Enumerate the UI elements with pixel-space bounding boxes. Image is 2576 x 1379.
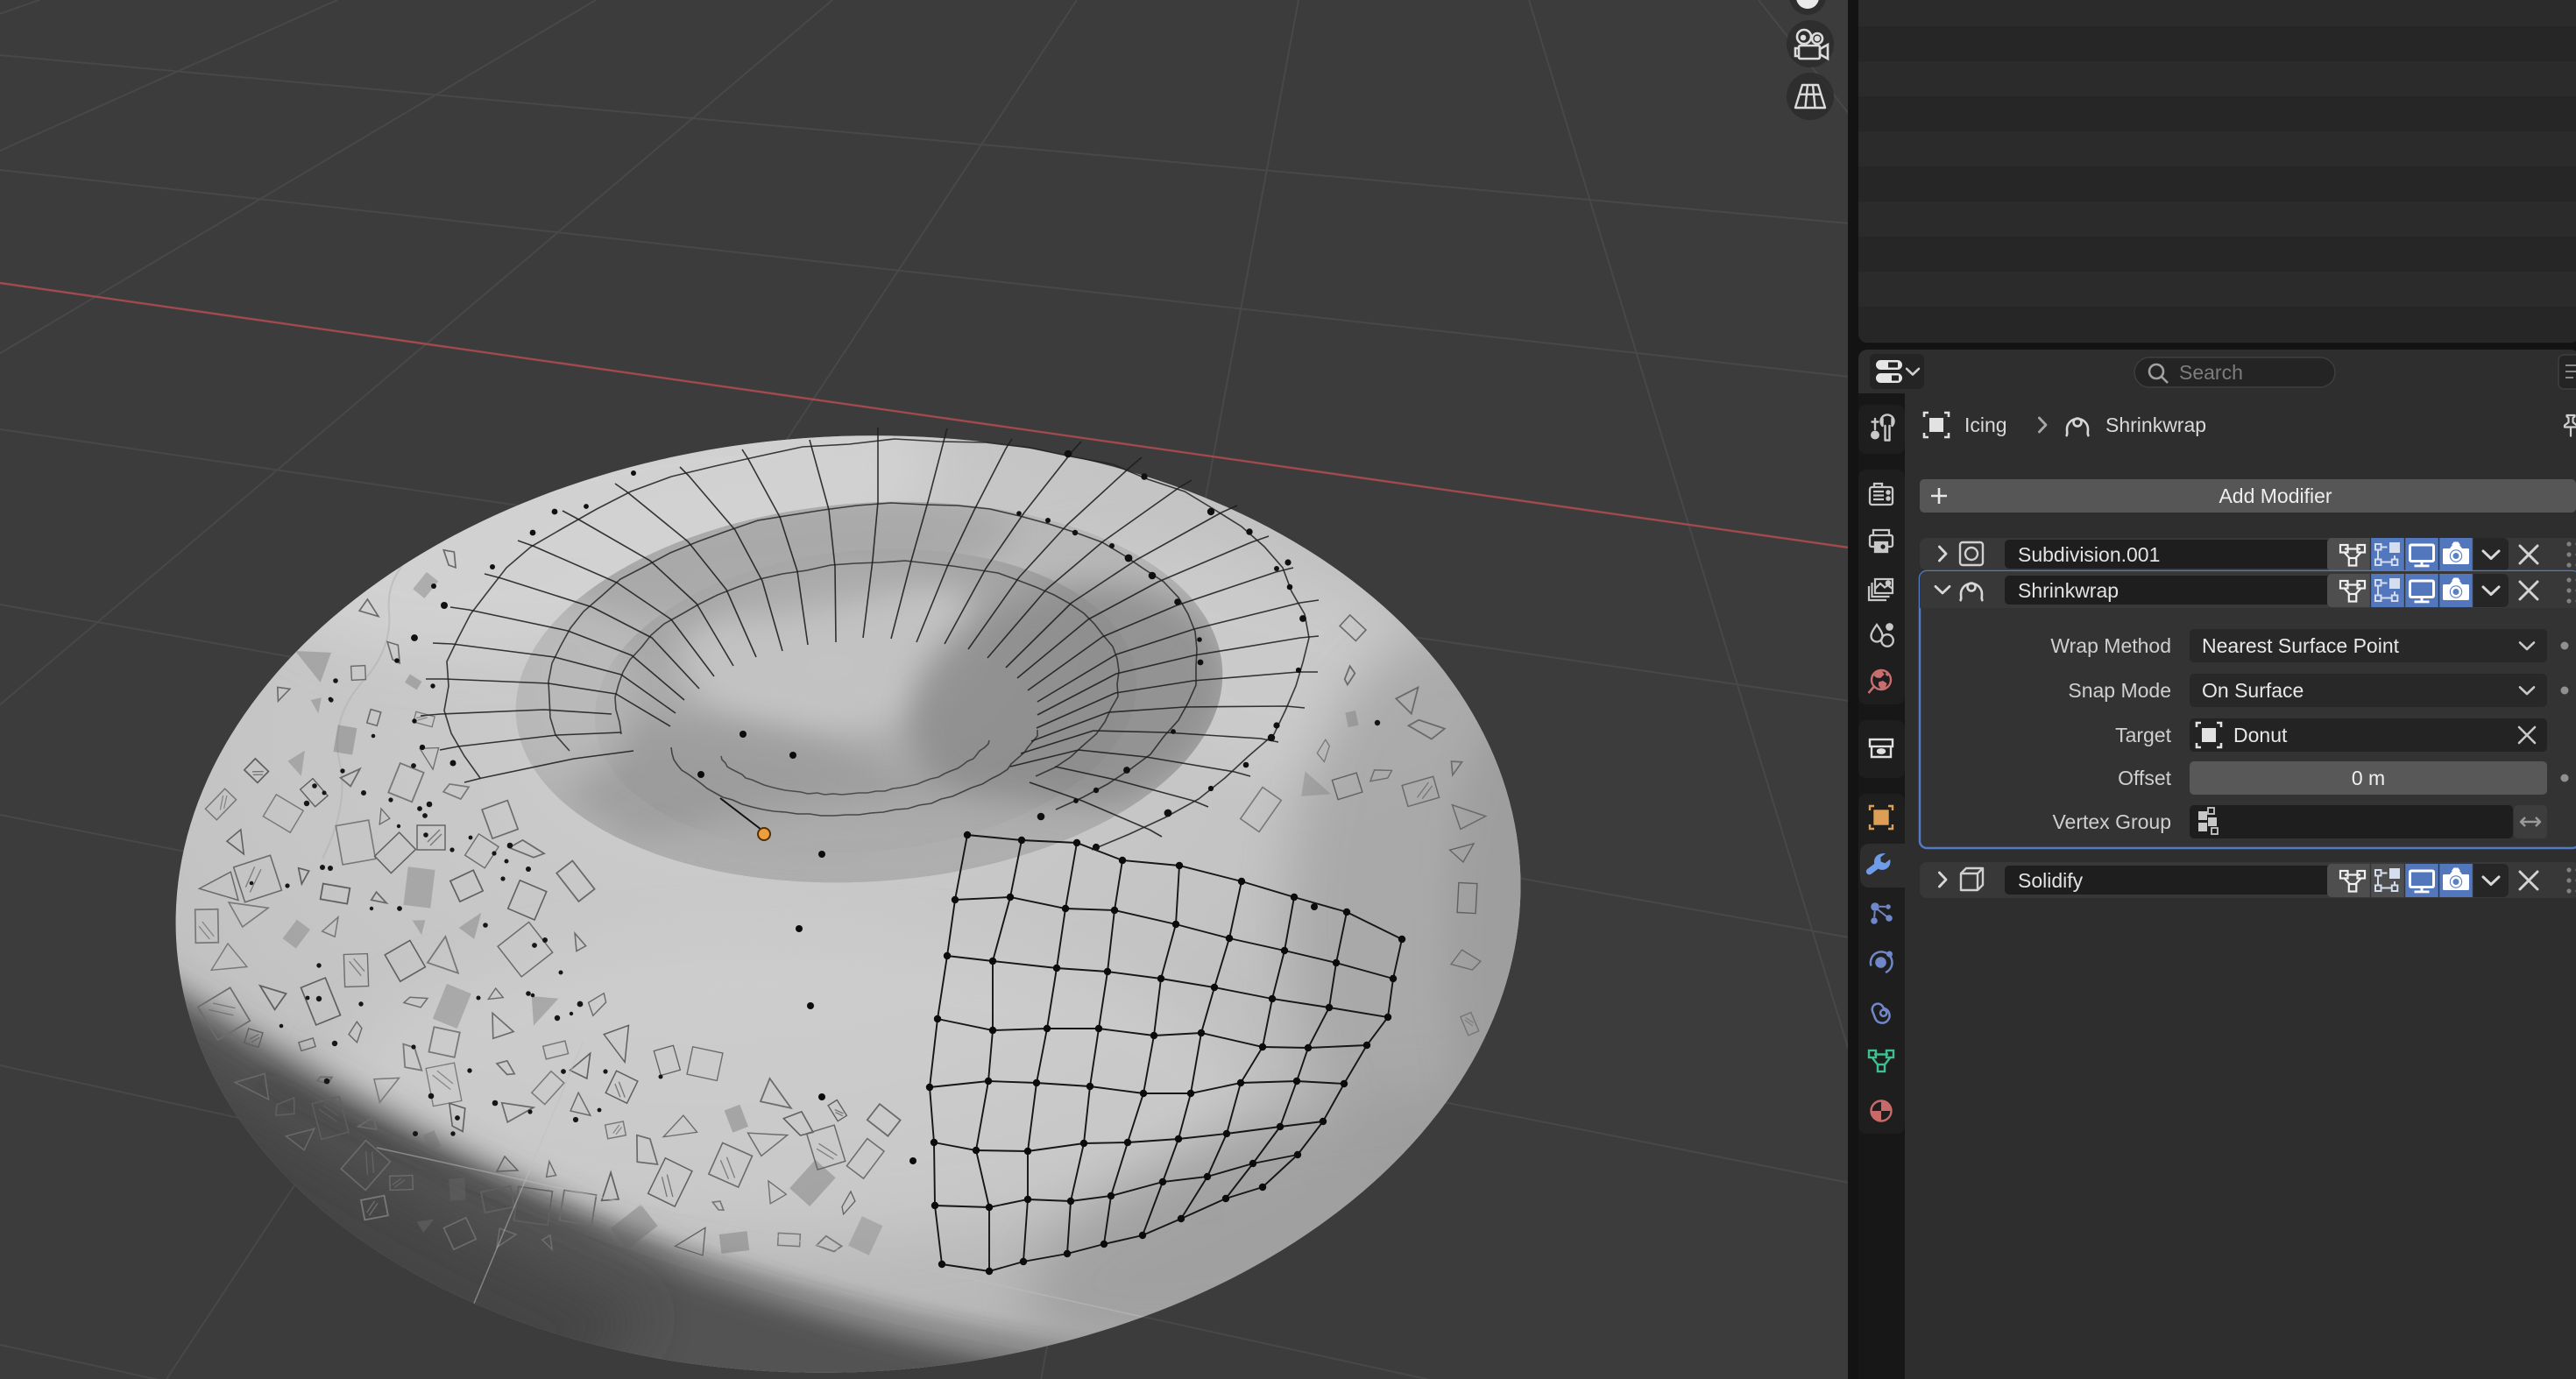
svg-text:Vertex Group: Vertex Group bbox=[2052, 810, 2171, 833]
svg-text:Target: Target bbox=[2115, 724, 2172, 746]
svg-text:Subdivision.001: Subdivision.001 bbox=[2018, 543, 2160, 566]
svg-text:0 m: 0 m bbox=[2352, 767, 2385, 789]
svg-text:Donut: Donut bbox=[2233, 724, 2288, 746]
svg-text:On Surface: On Surface bbox=[2202, 679, 2304, 702]
svg-text:Offset: Offset bbox=[2118, 767, 2172, 789]
svg-text:Shrinkwrap: Shrinkwrap bbox=[2105, 414, 2206, 436]
svg-text:Wrap Method: Wrap Method bbox=[2050, 634, 2171, 657]
svg-text:Snap Mode: Snap Mode bbox=[2068, 679, 2171, 702]
svg-text:Nearest Surface Point: Nearest Surface Point bbox=[2202, 634, 2400, 657]
svg-text:Shrinkwrap: Shrinkwrap bbox=[2018, 579, 2119, 602]
svg-text:Add Modifier: Add Modifier bbox=[2219, 484, 2332, 507]
svg-text:Solidify: Solidify bbox=[2018, 869, 2084, 892]
svg-text:Icing: Icing bbox=[1964, 414, 2007, 436]
svg-text:Search: Search bbox=[2179, 361, 2243, 384]
